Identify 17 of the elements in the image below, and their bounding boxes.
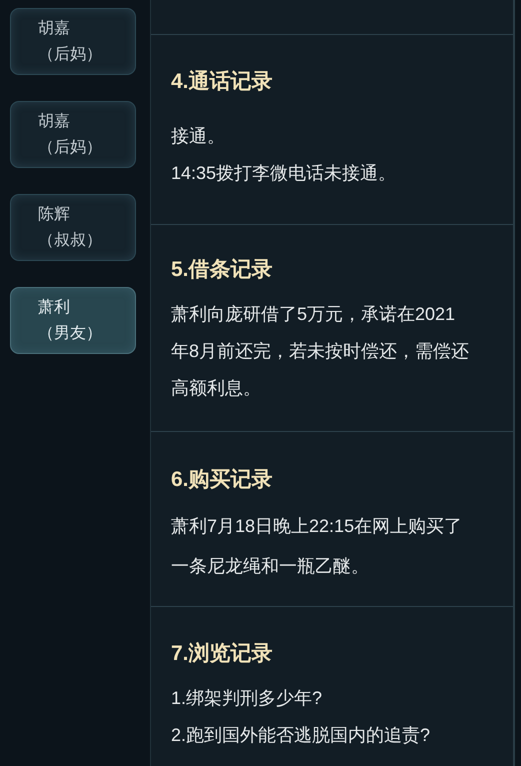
record-line: 萧利向庞研借了5万元，承诺在2021 xyxy=(171,303,456,326)
record-line: 年8月前还完，若未按时偿还，需偿还 xyxy=(171,340,470,363)
record-line: 接通。 xyxy=(171,125,226,148)
section-heading: 7.浏览记录 xyxy=(171,641,274,667)
character-tab[interactable]: 陈辉 （叔叔） xyxy=(10,194,136,261)
character-tab[interactable]: 胡嘉 （后妈） xyxy=(10,8,136,75)
record-line: 1.绑架判刑多少年? xyxy=(171,687,324,710)
record-line: 14:35拨打李微电话未接通。 xyxy=(171,162,398,185)
record-line: 萧利7月18日晚上22:15在网上购买了 xyxy=(171,515,464,538)
section-heading: 6.购买记录 xyxy=(171,467,274,493)
section-heading: 5.借条记录 xyxy=(171,257,274,283)
character-tab[interactable]: 萧利 （男友） xyxy=(10,287,136,354)
character-tab[interactable]: 胡嘉 （后妈） xyxy=(10,101,136,168)
record-line: 一条尼龙绳和一瓶乙醚。 xyxy=(171,555,370,578)
section-heading: 4.通话记录 xyxy=(171,69,274,95)
record-line: 高额利息。 xyxy=(171,377,262,400)
record-line: 2.跑到国外能否逃脱国内的追责? xyxy=(171,724,432,747)
